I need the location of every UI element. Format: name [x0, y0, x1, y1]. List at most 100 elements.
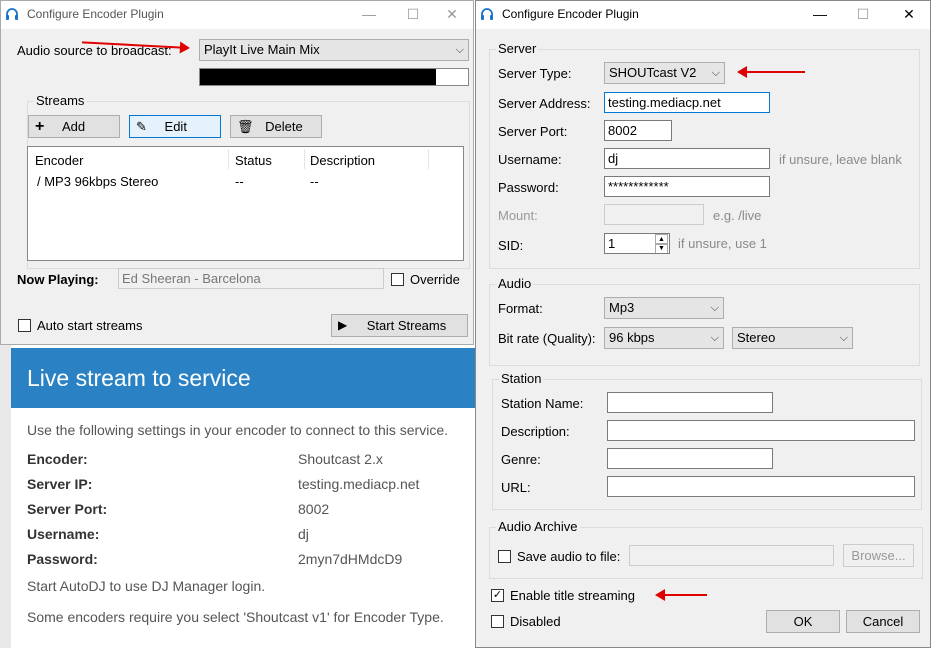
audio-group-label: Audio	[496, 276, 534, 291]
genre-input[interactable]	[607, 448, 773, 469]
bitrate-value: 96 kbps	[609, 330, 655, 345]
format-select[interactable]: Mp3 ⌵	[604, 297, 724, 319]
maximize-icon[interactable]: ☐	[840, 1, 886, 29]
sid-stepper[interactable]: 1 ▲ ▼	[604, 233, 670, 254]
now-playing-field: Ed Sheeran - Barcelona	[118, 268, 384, 289]
server-address-input[interactable]: testing.mediacp.net	[604, 92, 770, 113]
edit-stream-button[interactable]: ✎ Edit	[129, 115, 221, 138]
enable-title-label: Enable title streaming	[510, 588, 636, 603]
cancel-button[interactable]: Cancel	[846, 610, 920, 633]
chevron-down-icon: ⌵	[455, 44, 464, 56]
now-playing-label: Now Playing:	[17, 272, 99, 287]
web-setting-value: testing.mediacp.net	[298, 476, 420, 492]
station-name-label: Station Name:	[501, 396, 584, 411]
play-icon: ▶	[338, 318, 348, 332]
archive-path-input	[629, 545, 834, 566]
station-name-input[interactable]	[607, 392, 773, 413]
chevron-down-icon: ⌵	[711, 67, 720, 79]
start-streams-label: Start Streams	[366, 318, 447, 333]
column-header-status[interactable]: Status	[235, 153, 272, 168]
web-left-edge	[0, 345, 11, 648]
override-checkbox[interactable]	[391, 273, 404, 286]
web-setting-label: Encoder:	[27, 451, 88, 467]
server-group-label: Server	[496, 41, 539, 56]
web-note-autodj: Start AutoDJ to use DJ Manager login.	[27, 578, 266, 594]
back-window-title: Configure Encoder Plugin	[27, 7, 164, 21]
edit-label: Edit	[164, 119, 187, 134]
level-meter	[199, 68, 469, 86]
description-input[interactable]	[607, 420, 915, 441]
plus-icon: +	[35, 118, 45, 135]
audio-source-select[interactable]: PlayIt Live Main Mix ⌵	[199, 39, 469, 61]
auto-start-checkbox[interactable]	[18, 319, 31, 332]
server-port-label: Server Port:	[498, 124, 568, 139]
streams-group-label: Streams	[34, 93, 87, 108]
format-value: Mp3	[609, 300, 635, 315]
password-label: Password:	[498, 180, 559, 195]
delete-stream-button[interactable]: 🗑 Delete	[230, 115, 322, 138]
web-header: Live stream to service	[11, 348, 476, 408]
delete-label: Delete	[265, 119, 303, 134]
description-label: Description:	[501, 424, 570, 439]
web-header-title: Live stream to service	[27, 365, 251, 391]
column-divider	[228, 149, 229, 169]
password-input[interactable]: ************	[604, 176, 770, 197]
web-note-encoder-type: Some encoders require you select 'Shoutc…	[27, 609, 444, 625]
table-row[interactable]: / MP3 96kbps Stereo -- --	[28, 173, 458, 191]
close-icon[interactable]: ✕	[886, 1, 931, 29]
sid-value: 1	[608, 236, 616, 251]
column-header-encoder[interactable]: Encoder	[35, 153, 83, 168]
add-stream-button[interactable]: + Add	[28, 115, 120, 138]
trash-icon: 🗑	[237, 119, 254, 134]
save-audio-label: Save audio to file:	[517, 549, 621, 564]
auto-start-label: Auto start streams	[37, 318, 143, 333]
username-input[interactable]: dj	[604, 148, 770, 169]
web-setting-value: 8002	[298, 501, 330, 517]
sid-label: SID:	[498, 238, 524, 253]
station-group-label: Station	[499, 371, 544, 386]
disabled-checkbox[interactable]	[491, 615, 504, 628]
server-type-value: SHOUTcast V2	[609, 65, 697, 80]
sid-hint: if unsure, use 1	[678, 236, 767, 251]
web-setting-value: Shoutcast 2.x	[298, 451, 383, 467]
server-type-label: Server Type:	[498, 66, 572, 81]
web-setting-value: dj	[298, 526, 309, 542]
ok-button[interactable]: OK	[766, 610, 840, 633]
start-streams-button[interactable]: ▶ Start Streams	[331, 314, 468, 337]
close-icon[interactable]: ✕	[429, 1, 475, 29]
archive-group-label: Audio Archive	[496, 519, 580, 534]
channels-select[interactable]: Stereo ⌵	[732, 327, 853, 349]
server-type-select[interactable]: SHOUTcast V2 ⌵	[604, 62, 725, 84]
minimize-icon[interactable]: —	[797, 1, 843, 29]
web-setting-label: Server Port:	[27, 501, 108, 517]
mount-label: Mount:	[498, 208, 538, 223]
column-divider	[304, 149, 305, 169]
back-window: Configure Encoder Plugin — ☐ ✕ Audio sou…	[0, 0, 474, 345]
bitrate-select[interactable]: 96 kbps ⌵	[604, 327, 724, 349]
minimize-icon[interactable]: —	[346, 1, 392, 29]
headphones-icon	[6, 8, 18, 20]
server-port-input[interactable]: 8002	[604, 120, 672, 141]
username-hint: if unsure, leave blank	[779, 152, 902, 167]
web-setting-label: Server IP:	[27, 476, 93, 492]
mount-hint: e.g. /live	[713, 208, 762, 223]
url-input[interactable]	[607, 476, 915, 497]
streams-list[interactable]: Encoder Status Description / MP3 96kbps …	[27, 146, 464, 261]
mount-input	[604, 204, 704, 225]
column-header-description[interactable]: Description	[310, 153, 375, 168]
front-window-title: Configure Encoder Plugin	[502, 7, 639, 21]
channels-value: Stereo	[737, 330, 776, 345]
headphones-icon	[481, 8, 493, 20]
row-description: --	[310, 174, 319, 189]
override-label: Override	[410, 272, 460, 287]
username-label: Username:	[498, 152, 562, 167]
server-address-label: Server Address:	[498, 96, 591, 111]
spin-down-icon[interactable]: ▼	[655, 243, 668, 253]
column-divider	[428, 149, 429, 169]
annotation-arrow	[737, 66, 805, 78]
chevron-down-icon: ⌵	[710, 302, 719, 314]
web-intro: Use the following settings in your encod…	[27, 422, 448, 438]
enable-title-checkbox[interactable]: ✓	[491, 589, 504, 602]
save-audio-checkbox[interactable]	[498, 550, 511, 563]
front-titlebar: Configure Encoder Plugin — ☐ ✕	[476, 1, 930, 29]
